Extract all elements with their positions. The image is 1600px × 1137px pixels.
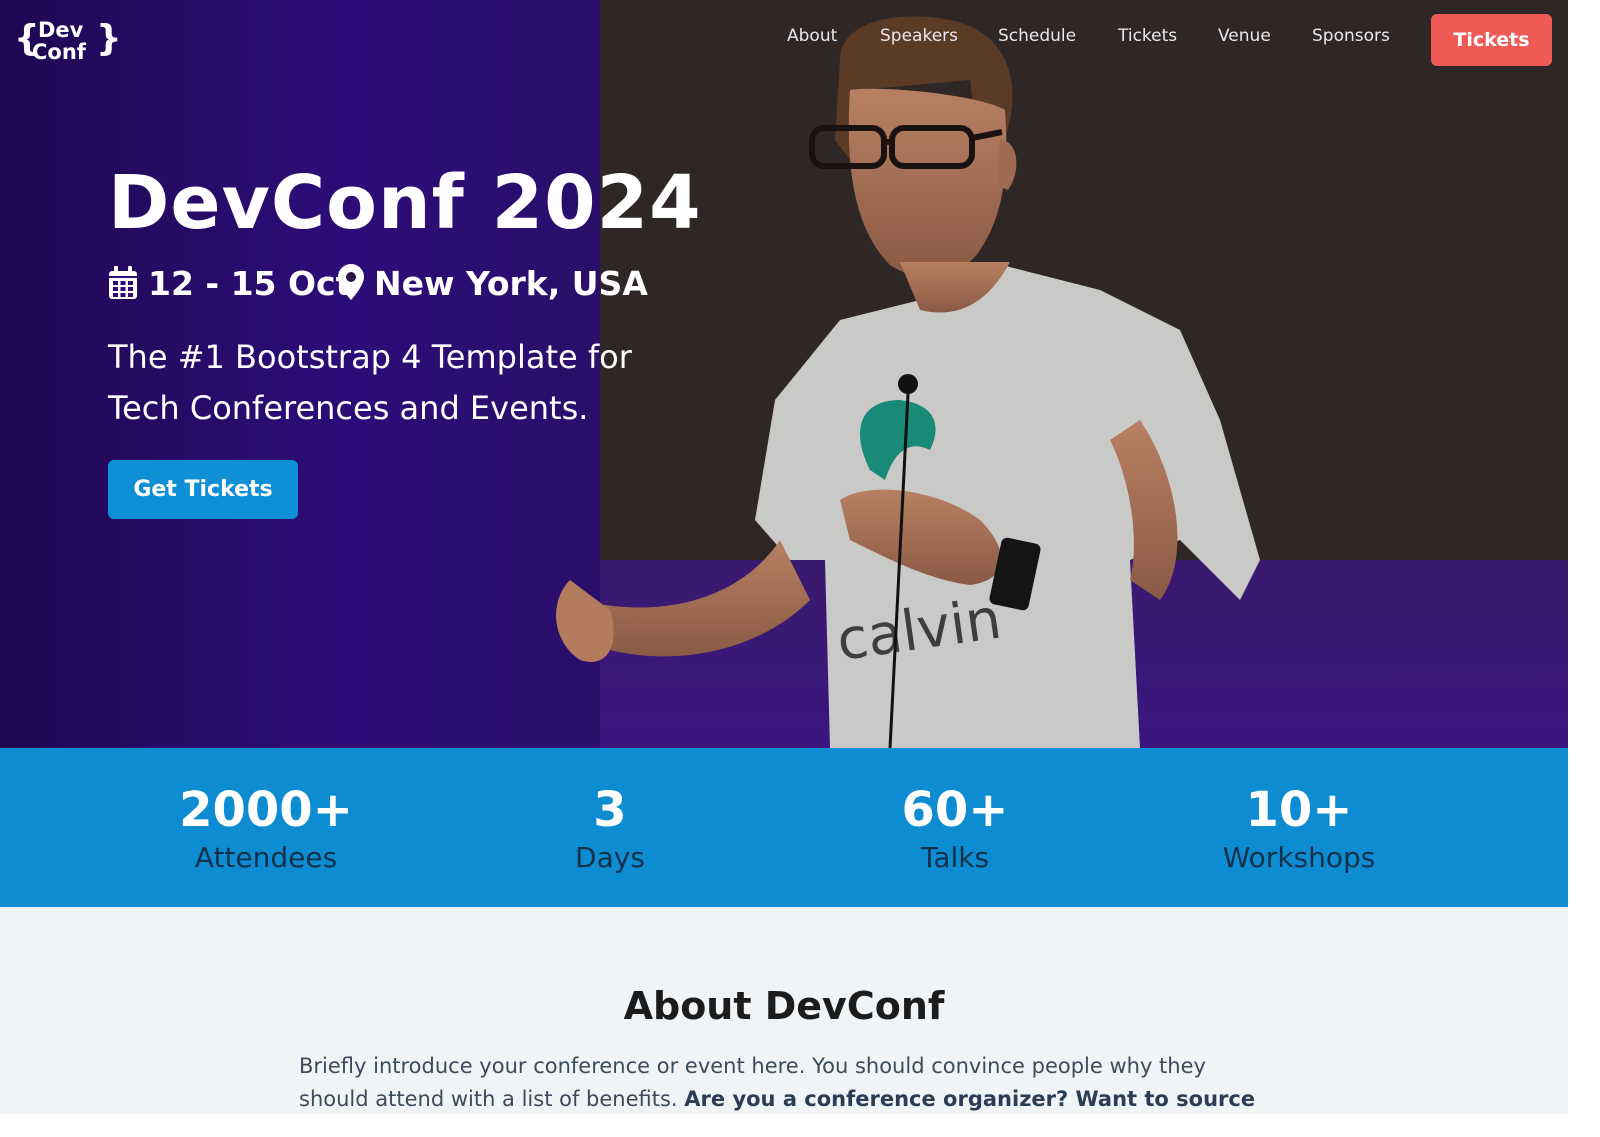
stat-label: Workshops (1222, 841, 1376, 874)
stat-value: 10+ (1245, 782, 1353, 838)
page: calvin { Dev Conf } About Speakers Sched… (0, 0, 1568, 1114)
stat-workshops: 10+ Workshops (1169, 782, 1429, 878)
stat-value: 3 (593, 782, 627, 838)
stat-attendees: 2000+ Attendees (136, 782, 396, 878)
logo-brace-right: } (96, 18, 122, 59)
stat-value: 2000+ (179, 782, 353, 838)
event-date: 12 - 15 Oct (148, 264, 352, 303)
nav-tickets[interactable]: Tickets (1118, 26, 1177, 46)
get-tickets-button[interactable]: Get Tickets (108, 460, 298, 519)
window-scrollbar[interactable] (1568, 0, 1600, 1137)
devconf-logo[interactable]: { Dev Conf } (14, 16, 122, 64)
nav-venue[interactable]: Venue (1218, 26, 1271, 46)
nav-speakers[interactable]: Speakers (880, 26, 958, 46)
hero-tagline-line1: The #1 Bootstrap 4 Template for (108, 338, 632, 376)
hero-tagline-line2: Tech Conferences and Events. (108, 389, 589, 427)
logo-word-conf: Conf (32, 40, 86, 64)
stat-label: Talks (920, 841, 990, 874)
about-title: About DevConf (623, 984, 945, 1028)
nav-sponsors[interactable]: Sponsors (1312, 26, 1390, 46)
nav-tickets-button[interactable]: Tickets (1431, 14, 1552, 66)
hero-title: DevConf 2024 (108, 160, 702, 246)
stat-talks: 60+ Talks (825, 782, 1085, 878)
about-text: Briefly introduce your conference or eve… (299, 1050, 1279, 1114)
map-pin-icon (338, 264, 364, 300)
window-bottom-edge (0, 1114, 1568, 1137)
stats-bar: 2000+ Attendees 3 Days 60+ Talks 10+ Wor… (0, 748, 1568, 907)
stat-label: Days (575, 841, 645, 874)
hero-section: calvin { Dev Conf } About Speakers Sched… (0, 0, 1568, 748)
hero-tagline: The #1 Bootstrap 4 Template for Tech Con… (108, 332, 668, 434)
stat-label: Attendees (194, 841, 338, 874)
calendar-icon (109, 266, 137, 299)
nav-about[interactable]: About (787, 26, 837, 46)
event-location: New York, USA (374, 264, 648, 303)
stat-days: 3 Days (480, 782, 740, 878)
stat-value: 60+ (901, 782, 1009, 838)
logo-word-dev: Dev (38, 18, 84, 42)
nav-schedule[interactable]: Schedule (998, 26, 1076, 46)
